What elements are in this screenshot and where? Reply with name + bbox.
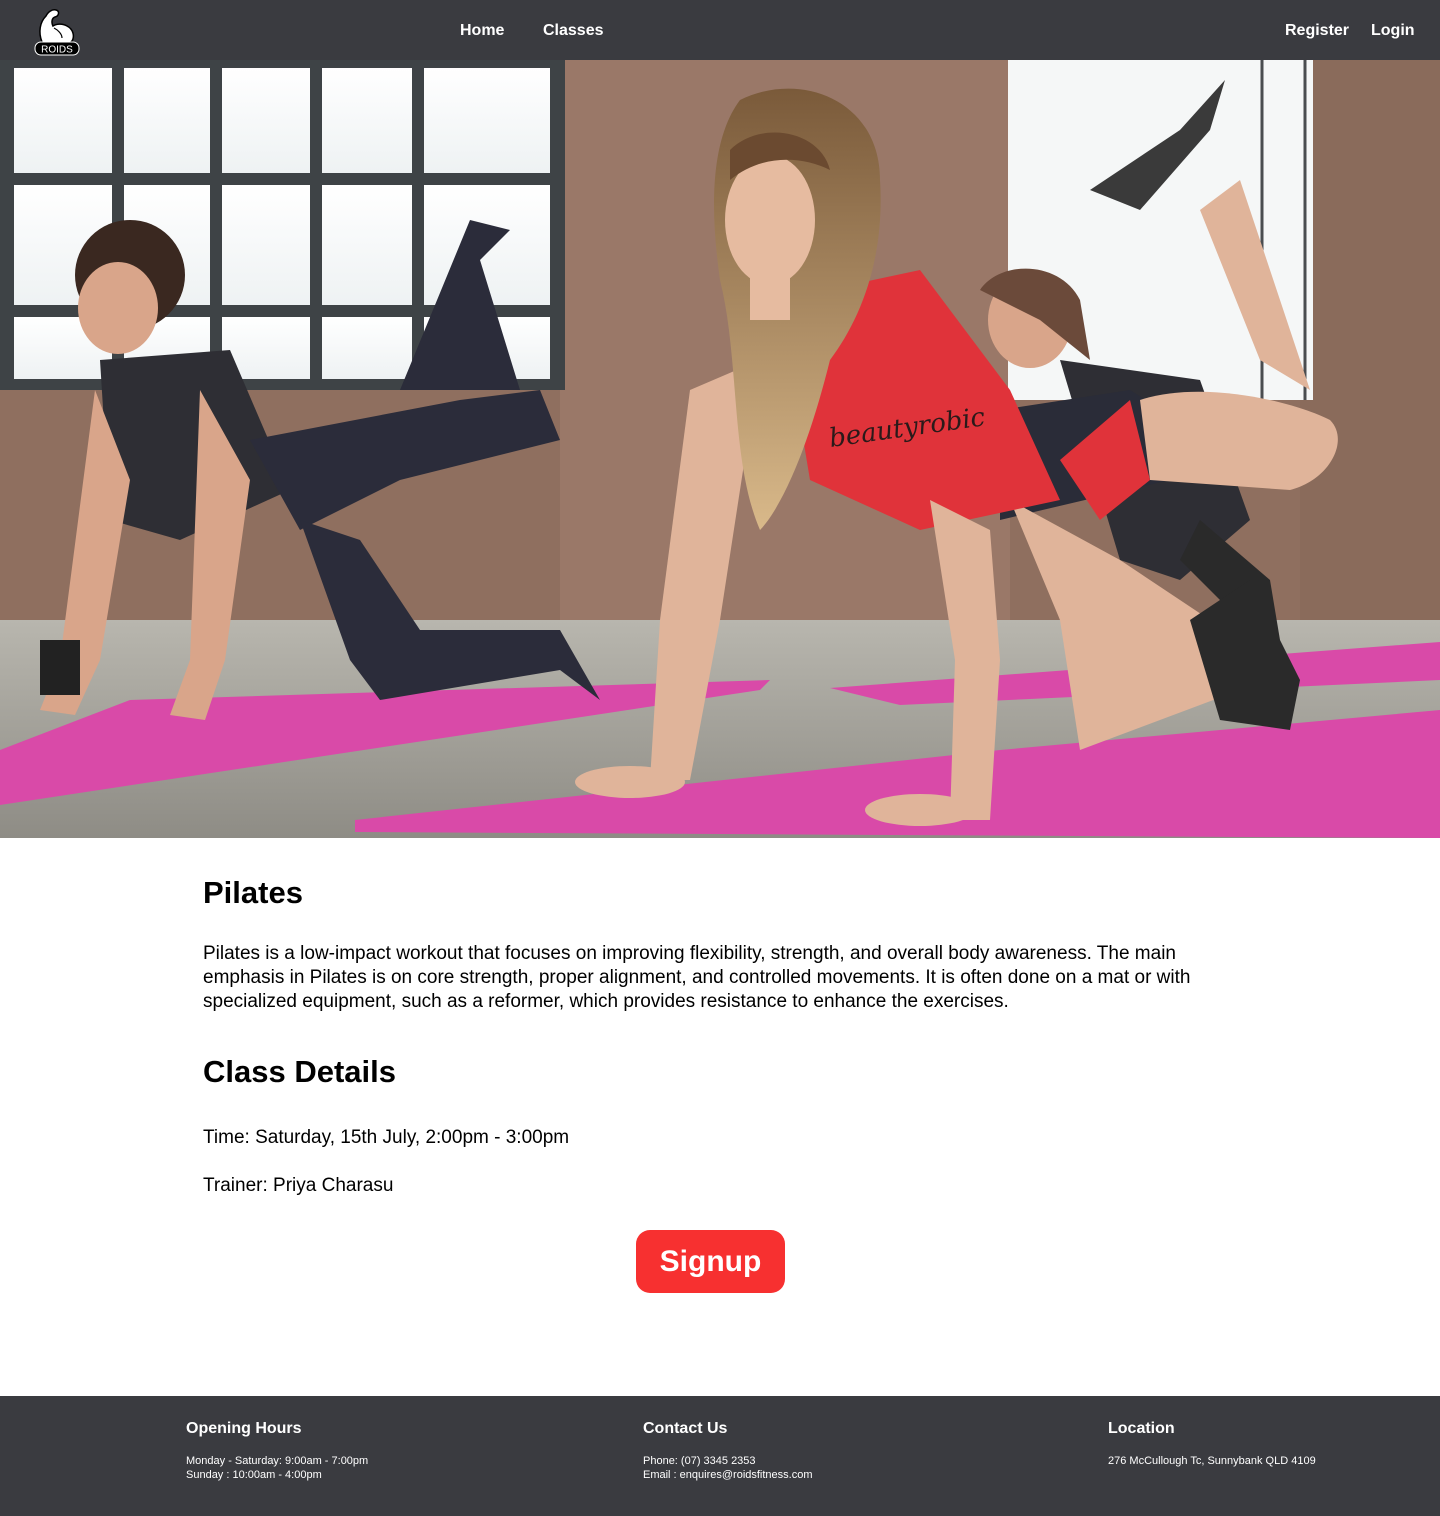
page-title: Pilates bbox=[203, 875, 303, 910]
hero-image: beautyrobic bbox=[0, 60, 1440, 838]
logo-text: ROIDS bbox=[41, 45, 73, 56]
footer-location-title: Location bbox=[1108, 1420, 1175, 1437]
signup-button[interactable]: Signup bbox=[636, 1230, 785, 1293]
footer-hours-line: Monday - Saturday: 9:00am - 7:00pm bbox=[186, 1455, 369, 1467]
footer-opening-hours: Opening Hours Monday - Saturday: 9:00am … bbox=[186, 1419, 368, 1482]
bicep-icon bbox=[39, 9, 75, 47]
navbar: ROIDS Home Classes Register Login bbox=[0, 0, 1440, 60]
footer-contact: Contact Us Phone: (07) 3345 2353 Email :… bbox=[643, 1419, 813, 1482]
footer-location: Location 276 McCullough Tc, Sunnybank QL… bbox=[1108, 1419, 1316, 1468]
footer-contact-title: Contact Us bbox=[643, 1420, 728, 1437]
footer: Opening Hours Monday - Saturday: 9:00am … bbox=[0, 1396, 1440, 1516]
footer-phone: Phone: (07) 3345 2353 bbox=[643, 1455, 756, 1467]
nav-home-link[interactable]: Home bbox=[460, 0, 504, 60]
footer-hours-line: Sunday : 10:00am - 4:00pm bbox=[186, 1469, 322, 1481]
class-trainer: Trainer: Priya Charasu bbox=[203, 1175, 394, 1196]
nav-login-link[interactable]: Login bbox=[1371, 0, 1415, 60]
fitness-class-photo: beautyrobic bbox=[0, 60, 1440, 838]
footer-hours-title: Opening Hours bbox=[186, 1420, 302, 1437]
nav-classes-link[interactable]: Classes bbox=[543, 0, 604, 60]
class-time: Time: Saturday, 15th July, 2:00pm - 3:00… bbox=[203, 1127, 570, 1148]
class-details-heading: Class Details bbox=[203, 1054, 396, 1089]
footer-address: 276 McCullough Tc, Sunnybank QLD 4109 bbox=[1108, 1455, 1316, 1467]
nav-register-link[interactable]: Register bbox=[1285, 0, 1349, 60]
roids-logo[interactable]: ROIDS bbox=[32, 4, 82, 56]
class-description: Pilates is a low-impact workout that foc… bbox=[203, 943, 1191, 1012]
footer-email[interactable]: Email : enquires@roidsfitness.com bbox=[643, 1468, 813, 1482]
